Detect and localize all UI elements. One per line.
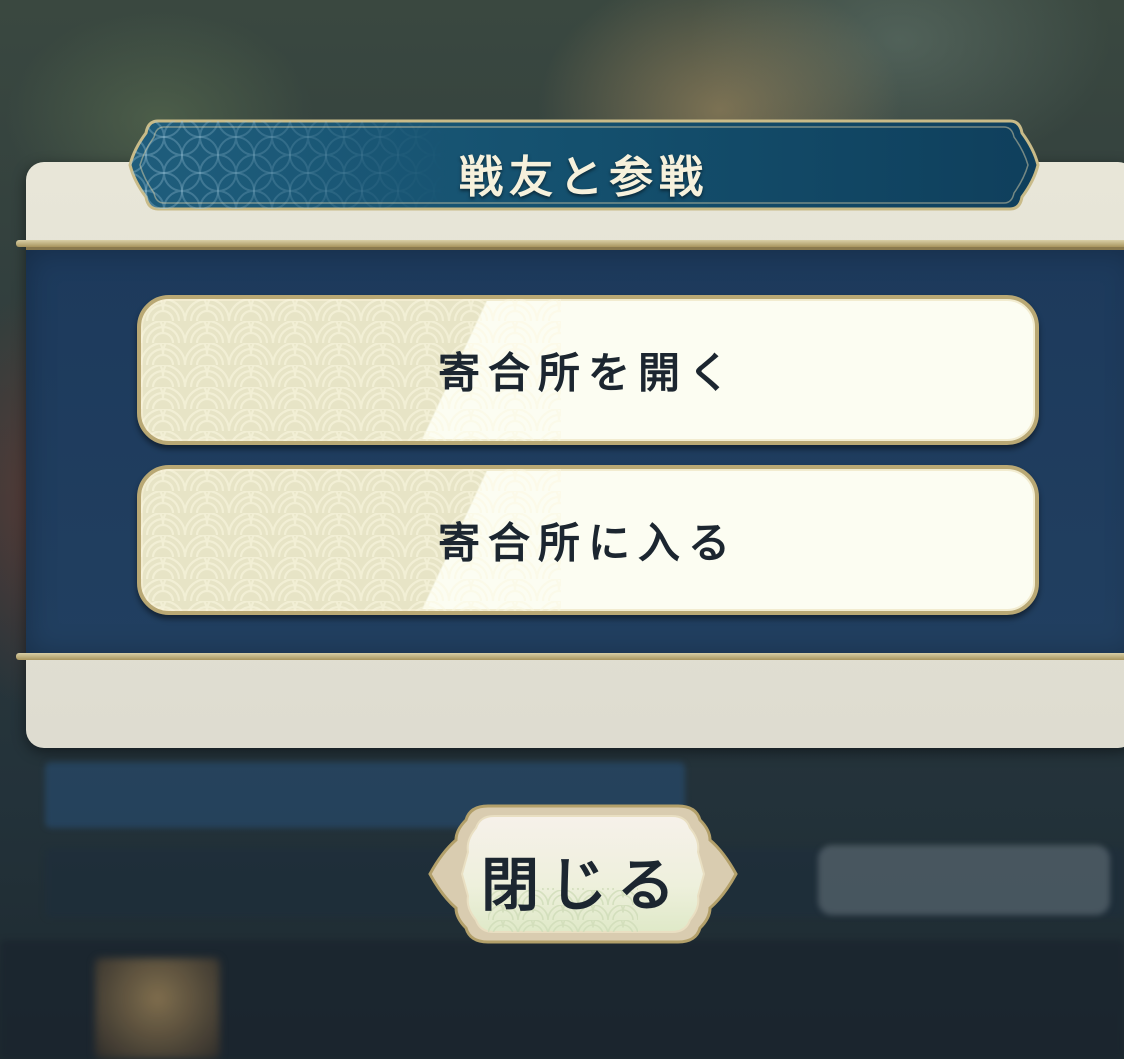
dialog-top-rail (16, 240, 1124, 247)
enter-gathering-place-button[interactable]: 寄合所に入る (137, 465, 1039, 615)
background-button (818, 845, 1110, 915)
open-gathering-place-button[interactable]: 寄合所を開く (137, 295, 1039, 445)
close-button[interactable]: 閉じる (428, 800, 738, 948)
close-button-label: 閉じる (480, 851, 685, 919)
background-thumbnail (95, 958, 220, 1059)
open-gathering-place-label: 寄合所を開く (437, 348, 738, 398)
dialog-panel (16, 162, 1124, 748)
dialog-title-banner: 戦友と参戦 (128, 119, 1040, 211)
dialog-bottom-rail (16, 653, 1124, 660)
dialog-title: 戦友と参戦 (459, 152, 709, 203)
enter-gathering-place-label: 寄合所に入る (437, 518, 738, 568)
